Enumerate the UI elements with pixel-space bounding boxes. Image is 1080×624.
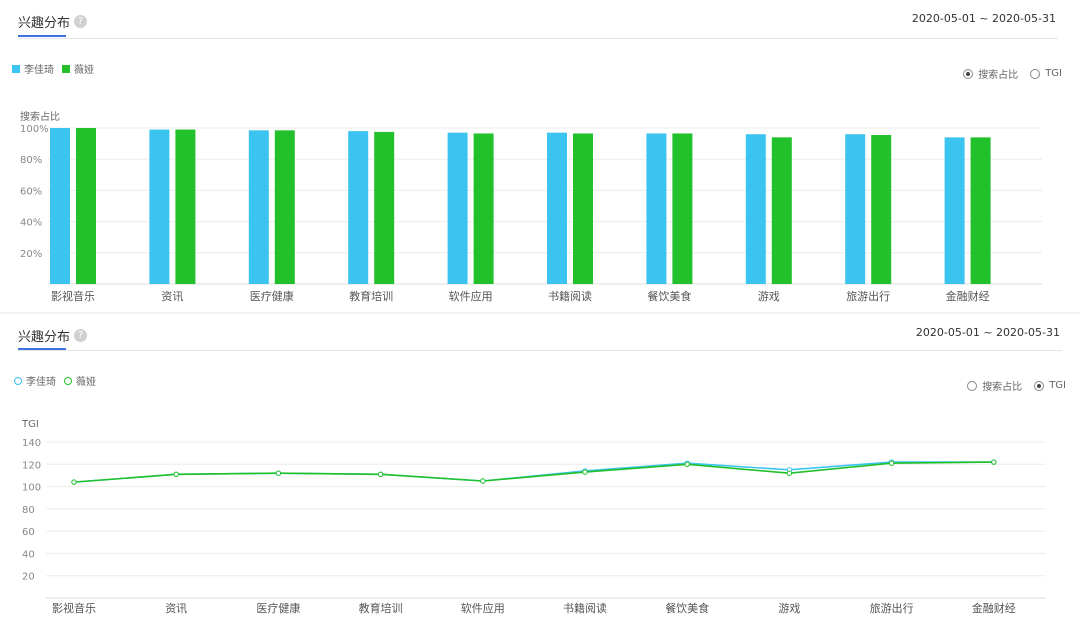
x-tick-label: 医疗健康 bbox=[256, 601, 300, 615]
bar-series-b[interactable] bbox=[274, 130, 295, 284]
x-tick-label: 软件应用 bbox=[449, 289, 493, 303]
x-tick-label: 教育培训 bbox=[349, 289, 393, 303]
bar-series-a[interactable] bbox=[646, 133, 667, 284]
bar-series-a[interactable] bbox=[845, 134, 866, 284]
bar-series-b[interactable] bbox=[374, 131, 395, 284]
point-series-b[interactable] bbox=[684, 461, 690, 467]
bar-series-b[interactable] bbox=[175, 129, 196, 284]
point-series-b[interactable] bbox=[582, 469, 588, 475]
x-tick-label: 游戏 bbox=[758, 290, 780, 303]
bar-series-b[interactable] bbox=[871, 135, 892, 284]
bar-series-a[interactable] bbox=[149, 129, 170, 284]
interest-distribution-panel-bar: 兴趣分布 ? 2020-05-01 ~ 2020-05-31 李佳琦 薇娅 搜索… bbox=[0, 0, 1080, 312]
point-series-b[interactable] bbox=[480, 478, 486, 484]
bar-series-a[interactable] bbox=[248, 130, 269, 284]
x-tick-label: 金融财经 bbox=[972, 601, 1016, 615]
y-tick-label: 100 bbox=[22, 483, 41, 494]
bar-series-a[interactable] bbox=[50, 128, 70, 284]
x-tick-label: 餐饮美食 bbox=[665, 601, 709, 615]
bar-series-b[interactable] bbox=[771, 137, 792, 284]
y-tick-label: 80% bbox=[20, 155, 42, 166]
point-series-b[interactable] bbox=[275, 470, 282, 476]
x-tick-label: 资讯 bbox=[165, 602, 187, 615]
bar-series-a[interactable] bbox=[348, 131, 369, 284]
y-tick-label: 20 bbox=[22, 572, 35, 583]
x-tick-label: 游戏 bbox=[778, 602, 800, 615]
x-tick-label: 教育培训 bbox=[359, 601, 403, 615]
bar-series-b[interactable] bbox=[76, 128, 96, 284]
x-tick-label: 旅游出行 bbox=[846, 289, 890, 303]
point-series-b[interactable] bbox=[173, 471, 179, 478]
x-tick-label: 金融财经 bbox=[946, 289, 990, 303]
point-series-b[interactable] bbox=[377, 471, 384, 478]
x-tick-label: 书籍阅读 bbox=[548, 289, 592, 303]
y-tick-label: 60 bbox=[22, 527, 35, 538]
bar-series-a[interactable] bbox=[944, 137, 965, 284]
bar-series-a[interactable] bbox=[547, 132, 567, 284]
point-series-b[interactable] bbox=[888, 460, 895, 466]
y-tick-label: 100% bbox=[20, 124, 49, 135]
y-tick-label: 60% bbox=[20, 186, 42, 197]
y-tick-label: 20% bbox=[20, 249, 42, 260]
x-tick-label: 软件应用 bbox=[461, 601, 505, 615]
bar-series-a[interactable] bbox=[745, 134, 766, 284]
point-series-b[interactable] bbox=[71, 479, 77, 485]
line-series-a[interactable] bbox=[73, 461, 994, 483]
point-series-b[interactable] bbox=[786, 470, 793, 476]
x-tick-label: 旅游出行 bbox=[870, 601, 914, 615]
y-tick-label: 40% bbox=[20, 218, 42, 229]
y-tick-label: 80 bbox=[22, 505, 35, 516]
bar-series-b[interactable] bbox=[473, 133, 494, 284]
bar-series-b[interactable] bbox=[672, 133, 693, 284]
y-tick-label: 40 bbox=[22, 549, 35, 560]
y-tick-label: 140 bbox=[22, 438, 41, 449]
interest-distribution-panel-line: 兴趣分布 ? 2020-05-01 ~ 2020-05-31 李佳琦 薇娅 搜索… bbox=[0, 314, 1080, 624]
x-tick-label: 餐饮美食 bbox=[647, 289, 691, 303]
x-tick-label: 影视音乐 bbox=[51, 289, 95, 303]
x-tick-label: 影视音乐 bbox=[52, 601, 96, 615]
x-tick-label: 书籍阅读 bbox=[563, 601, 607, 615]
line-chart: 20 40 60 80 100 120 140 影视音乐 资讯 医疗健康 教育培训 软件应用 书籍阅读 餐… bbox=[22, 438, 1046, 615]
bar-series-a[interactable] bbox=[447, 132, 468, 284]
bar-series-b[interactable] bbox=[573, 133, 593, 284]
y-tick-label: 120 bbox=[22, 460, 41, 471]
bar-series-b[interactable] bbox=[970, 137, 991, 284]
bar-chart: 20% 40% 60% 80% 100% 影视音乐 资讯 医疗健康 教育培训 软件应用 书籍阅读 餐饮… bbox=[20, 124, 1042, 303]
point-series-b[interactable] bbox=[991, 459, 997, 465]
x-tick-label: 资讯 bbox=[161, 290, 183, 303]
x-tick-label: 医疗健康 bbox=[250, 289, 294, 303]
